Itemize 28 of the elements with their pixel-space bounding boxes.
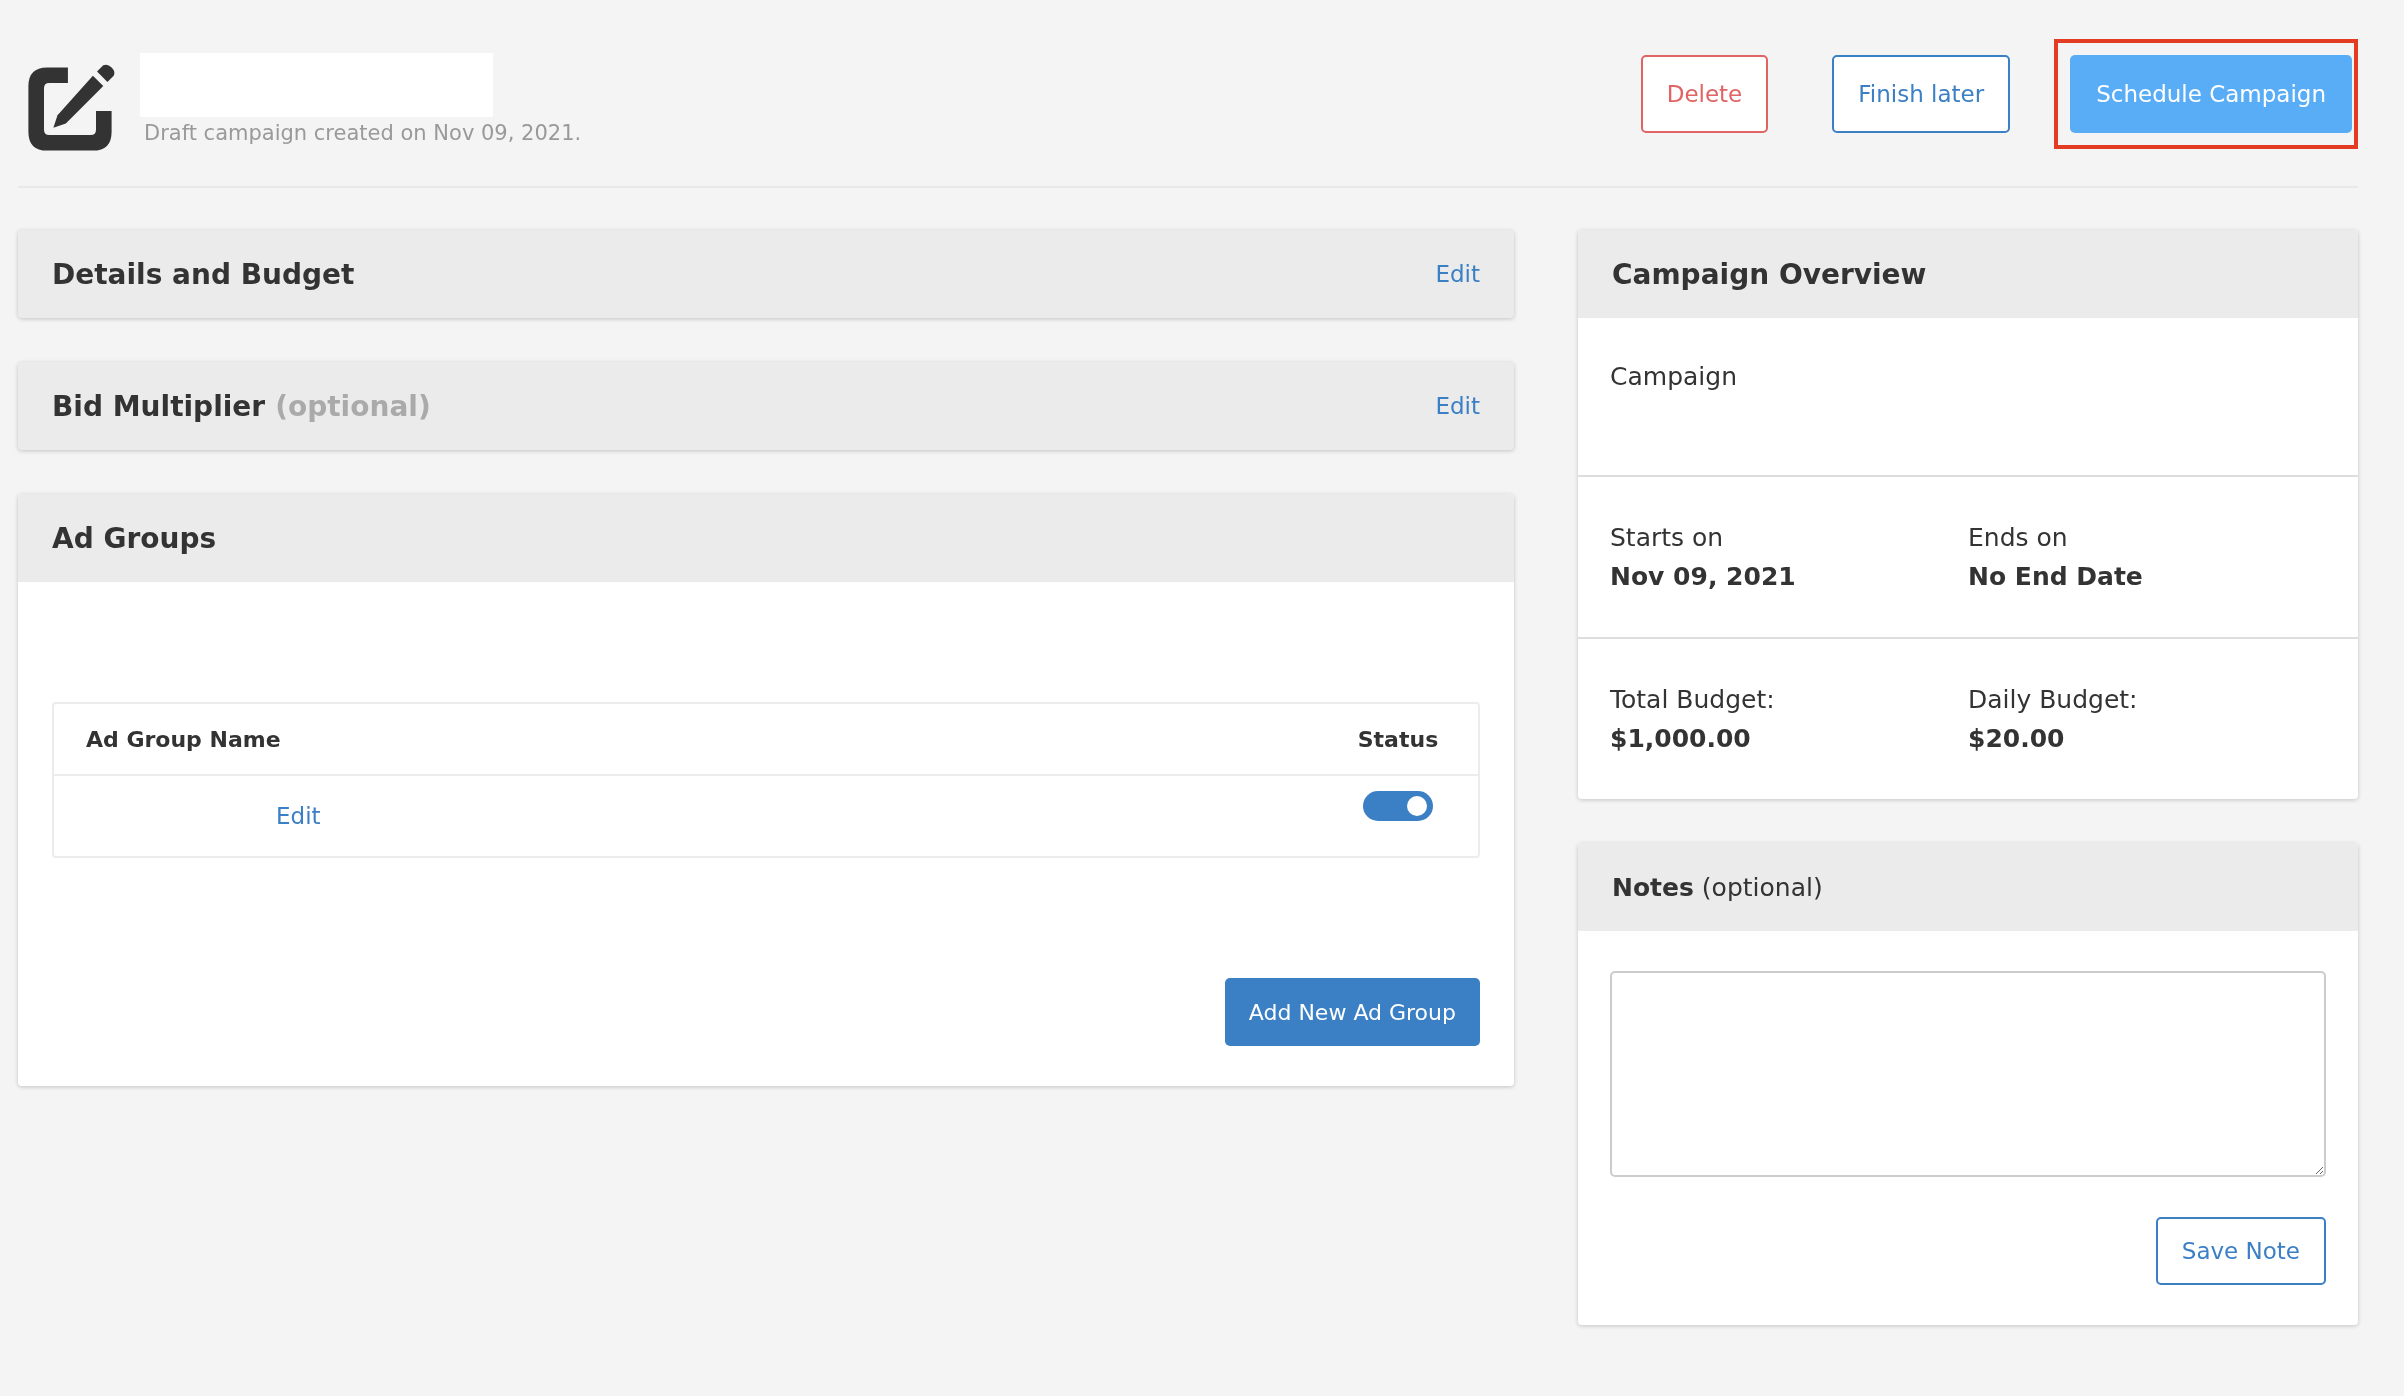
- field-label: Starts on: [1610, 523, 1725, 552]
- field-value: No End Date: [1968, 562, 2144, 591]
- field-label: Daily Budget:: [1968, 685, 2139, 714]
- edit-link[interactable]: Edit: [1435, 261, 1480, 287]
- status-toggle[interactable]: [1363, 791, 1433, 821]
- field-label: Total Budget:: [1610, 685, 1776, 714]
- notes-field[interactable]: [1610, 971, 2326, 1177]
- card-title: Campaign Overview: [1612, 257, 1927, 291]
- column-header: Ad Group Name: [86, 726, 282, 752]
- header-button[interactable]: Finish later: [1832, 55, 2011, 133]
- field-label: Ends on: [1968, 523, 2069, 552]
- campaign-label: Campaign: [1610, 362, 1737, 391]
- edit-link[interactable]: Edit: [276, 803, 321, 829]
- header-button[interactable]: Delete: [1640, 55, 1769, 133]
- panel-title: Details and Budget: [52, 257, 355, 291]
- add-ad-group-button[interactable]: Add New Ad Group: [1224, 978, 1480, 1046]
- field-value: $1,000.00: [1610, 724, 1752, 753]
- card-title: Ad Groups: [52, 521, 217, 555]
- card-title: Notes (optional): [1612, 872, 1823, 902]
- field-value: $20.00: [1968, 724, 2066, 753]
- save-note-button[interactable]: Save Note: [2155, 1217, 2326, 1285]
- column-header: Status: [1356, 726, 1440, 752]
- header-button[interactable]: Schedule Campaign: [2070, 55, 2352, 133]
- field-value: Nov 09, 2021: [1610, 562, 1797, 591]
- panel-title: Bid Multiplier: [52, 389, 266, 423]
- optional-label: (optional): [275, 389, 431, 423]
- edit-link[interactable]: Edit: [1435, 393, 1480, 419]
- draft-subtitle: Draft campaign created on Nov 09, 2021.: [144, 121, 582, 145]
